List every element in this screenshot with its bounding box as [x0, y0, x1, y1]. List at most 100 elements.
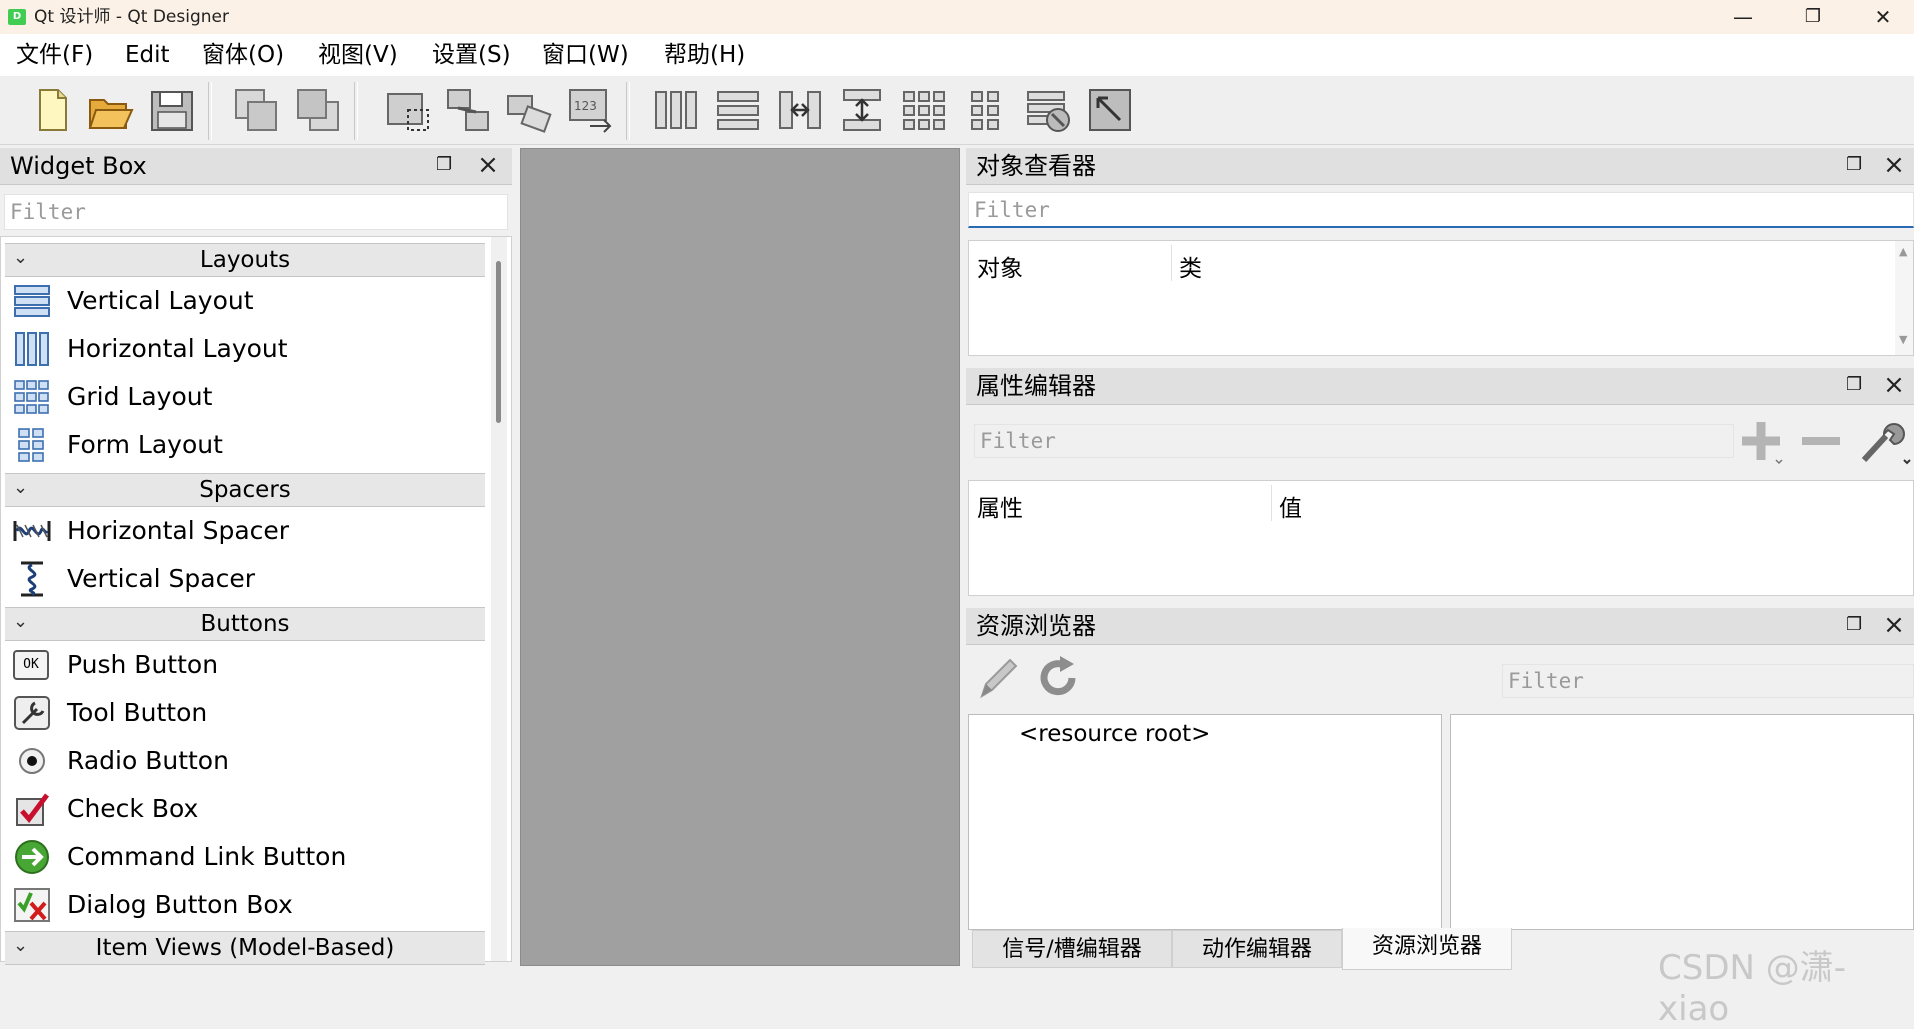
property-editor-filter-input[interactable]: Filter — [974, 424, 1734, 458]
horizontal-spacer-icon — [13, 521, 51, 541]
widget-box-title: Widget Box — [10, 152, 147, 180]
edit-tab-order-icon[interactable]: 123 — [566, 86, 614, 134]
svg-text:123: 123 — [574, 99, 597, 113]
widget-item-dialog-button-box[interactable]: Dialog Button Box — [5, 881, 483, 929]
grid-layout-icon — [14, 380, 49, 414]
property-editor-title: 属性编辑器 — [976, 372, 1096, 400]
property-editor-dock: 属性编辑器 ❐ × Filter 属性 值 — [966, 368, 1914, 598]
tab-action-editor[interactable]: 动作编辑器 — [1172, 930, 1342, 968]
edit-buddies-icon[interactable] — [504, 86, 552, 134]
widget-item-command-link-button[interactable]: Command Link Button — [5, 833, 483, 881]
send-to-back-icon[interactable] — [232, 86, 280, 134]
maximize-button[interactable]: ❐ — [1778, 0, 1848, 34]
column-header-property[interactable]: 属性 — [977, 489, 1023, 523]
form-layout-icon — [18, 428, 44, 462]
scrollbar-thumb[interactable] — [496, 261, 501, 423]
widget-item-form-layout[interactable]: Form Layout — [5, 421, 483, 469]
dock-close-icon[interactable]: × — [1882, 370, 1906, 400]
widget-box-title-bar: Widget Box ❐ × — [0, 148, 512, 185]
dock-float-icon[interactable]: ❐ — [1846, 376, 1864, 394]
radio-button-icon — [19, 748, 45, 774]
widget-item-tool-button[interactable]: Tool Button — [5, 689, 483, 737]
resource-root-item[interactable]: <resource root> — [1019, 721, 1210, 747]
widget-item-horizontal-layout[interactable]: Horizontal Layout — [5, 325, 483, 373]
minimize-button[interactable]: — — [1708, 0, 1778, 34]
widget-item-vertical-spacer[interactable]: Vertical Spacer — [5, 555, 483, 603]
layout-splitter-horizontal-icon[interactable] — [776, 86, 824, 134]
column-divider — [1171, 245, 1172, 281]
property-configure-wrench-icon[interactable] — [1856, 416, 1912, 466]
layout-horizontally-icon[interactable] — [652, 86, 700, 134]
widget-item-horizontal-spacer[interactable]: Horizontal Spacer — [5, 507, 483, 555]
tool-button-icon — [14, 696, 50, 730]
category-layouts[interactable]: ⌄ Layouts — [5, 243, 485, 277]
column-divider — [1271, 485, 1272, 521]
column-header-object[interactable]: 对象 — [977, 249, 1023, 283]
edit-resources-pencil-icon[interactable] — [974, 654, 1022, 702]
reload-icon[interactable] — [1034, 654, 1082, 702]
dock-float-icon[interactable]: ❐ — [1846, 156, 1864, 174]
close-button[interactable]: ✕ — [1848, 0, 1914, 34]
dock-close-icon[interactable]: × — [476, 150, 500, 180]
property-editor-table: 属性 值 — [968, 480, 1914, 596]
object-inspector-filter-input[interactable]: Filter — [968, 192, 1914, 228]
scroll-down-arrow-icon[interactable]: ▼ — [1899, 333, 1907, 346]
menu-settings[interactable]: 设置(S) — [432, 34, 511, 76]
category-buttons[interactable]: ⌄ Buttons — [5, 607, 485, 641]
column-header-value[interactable]: 值 — [1279, 489, 1302, 523]
tab-resource-browser[interactable]: 资源浏览器 — [1342, 928, 1512, 970]
edit-signals-slots-icon[interactable] — [444, 86, 492, 134]
toolbar-separator — [354, 82, 358, 140]
widget-box-scrollbar[interactable] — [491, 237, 507, 961]
menu-window[interactable]: 窗口(W) — [542, 34, 629, 76]
layout-grid-icon[interactable] — [900, 86, 948, 134]
object-inspector-title-bar: 对象查看器 ❐ × — [966, 148, 1914, 185]
open-file-icon[interactable] — [86, 86, 134, 134]
widget-item-grid-layout[interactable]: Grid Layout — [5, 373, 483, 421]
category-spacers[interactable]: ⌄ Spacers — [5, 473, 485, 507]
new-file-icon[interactable] — [28, 86, 76, 134]
menu-form[interactable]: 窗体(O) — [202, 34, 284, 76]
tab-signal-slot-editor[interactable]: 信号/槽编辑器 — [972, 930, 1172, 968]
add-dynamic-property-icon[interactable] — [1736, 416, 1786, 466]
dock-float-icon[interactable]: ❐ — [436, 156, 454, 174]
resource-tree: <resource root> — [968, 714, 1442, 930]
vertical-spacer-icon — [21, 561, 43, 597]
resource-browser-filter-input[interactable]: Filter — [1502, 664, 1914, 698]
layout-splitter-vertical-icon[interactable] — [838, 86, 886, 134]
widget-box-dock: Widget Box ❐ × Filter ⌄ Layouts Vertical… — [0, 148, 512, 966]
menu-file[interactable]: 文件(F) — [16, 34, 93, 76]
dock-float-icon[interactable]: ❐ — [1846, 616, 1864, 634]
menu-view[interactable]: 视图(V) — [318, 34, 398, 76]
widget-box-filter-input[interactable]: Filter — [4, 194, 508, 230]
remove-dynamic-property-icon[interactable] — [1796, 416, 1846, 466]
column-header-class[interactable]: 类 — [1179, 249, 1202, 283]
scroll-up-arrow-icon[interactable]: ▲ — [1899, 245, 1907, 258]
widget-item-push-button[interactable]: OK Push Button — [5, 641, 483, 689]
category-item-views[interactable]: ⌄ Item Views (Model-Based) — [5, 931, 485, 965]
widget-item-vertical-layout[interactable]: Vertical Layout — [5, 277, 483, 325]
layout-form-icon[interactable] — [962, 86, 1010, 134]
bring-to-front-icon[interactable] — [294, 86, 342, 134]
object-inspector-scrollbar[interactable]: ▲ ▼ — [1895, 241, 1913, 355]
menu-edit[interactable]: Edit — [125, 34, 170, 76]
dock-close-icon[interactable]: × — [1882, 610, 1906, 640]
adjust-size-icon[interactable] — [1086, 86, 1134, 134]
toolbar-separator — [208, 82, 212, 140]
property-editor-title-bar: 属性编辑器 ❐ × — [966, 368, 1914, 405]
window-title: Qt 设计师 - Qt Designer — [34, 7, 229, 27]
object-inspector-dock: 对象查看器 ❐ × Filter 对象 类 ▲ ▼ — [966, 148, 1914, 358]
form-editor-area[interactable] — [520, 148, 960, 966]
title-bar: D Qt 设计师 - Qt Designer — ❐ ✕ — [0, 0, 1914, 34]
layout-vertically-icon[interactable] — [714, 86, 762, 134]
widget-item-check-box[interactable]: Check Box — [5, 785, 483, 833]
save-icon[interactable] — [148, 86, 196, 134]
widget-item-radio-button[interactable]: Radio Button — [5, 737, 483, 785]
edit-widgets-icon[interactable] — [384, 86, 432, 134]
break-layout-icon[interactable] — [1024, 86, 1072, 134]
dock-close-icon[interactable]: × — [1882, 150, 1906, 180]
menu-help[interactable]: 帮助(H) — [664, 34, 745, 76]
widget-box-list: ⌄ Layouts Vertical Layout Horizontal Lay… — [0, 236, 512, 965]
qt-designer-app-icon: D — [8, 9, 26, 25]
resource-browser-title: 资源浏览器 — [976, 612, 1096, 640]
